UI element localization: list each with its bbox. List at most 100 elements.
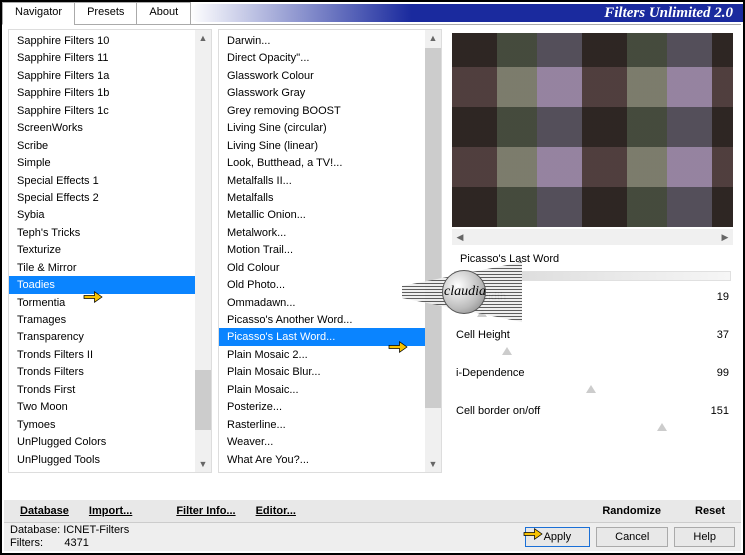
scroll-down-icon[interactable]: ▼	[425, 456, 441, 472]
tabs: Navigator Presets About	[2, 2, 190, 25]
param-label: Cell Height	[456, 329, 510, 343]
category-item[interactable]: Tronds Filters II	[9, 346, 211, 363]
filter-item[interactable]: Picasso's Last Word...	[219, 328, 441, 345]
filter-item[interactable]: Metallic Onion...	[219, 206, 441, 223]
reset-button[interactable]: Reset	[685, 503, 735, 519]
filter-item[interactable]: Old Colour	[219, 259, 441, 276]
filter-item[interactable]: Living Sine (linear)	[219, 137, 441, 154]
filter-item[interactable]: Ommadawn...	[219, 294, 441, 311]
database-button[interactable]: Database	[10, 503, 79, 519]
filter-item[interactable]: Glasswork Gray	[219, 84, 441, 101]
filter-item[interactable]: What Are You?...	[219, 451, 441, 468]
category-item[interactable]: Texturize	[9, 241, 211, 258]
editor-button[interactable]: Editor...	[246, 503, 306, 519]
filter-item[interactable]: Weaver...	[219, 433, 441, 450]
filter-item[interactable]: Metalwork...	[219, 224, 441, 241]
category-item[interactable]: Sapphire Filters 1b	[9, 84, 211, 101]
category-item[interactable]: UnPlugged Tools	[9, 451, 211, 468]
category-item[interactable]: Sybia	[9, 206, 211, 223]
cancel-button[interactable]: Cancel	[596, 527, 668, 547]
category-item[interactable]: Sapphire Filters 1c	[9, 102, 211, 119]
randomize-button[interactable]: Randomize	[592, 503, 671, 519]
category-item[interactable]: Toadies	[9, 276, 211, 293]
category-item[interactable]: Sapphire Filters 10	[9, 32, 211, 49]
filter-item[interactable]: Posterize...	[219, 398, 441, 415]
filter-item[interactable]: Glasswork Colour	[219, 67, 441, 84]
filter-item[interactable]: Picasso's Another Word...	[219, 311, 441, 328]
scroll-up-icon[interactable]: ▲	[425, 30, 441, 46]
scroll-thumb[interactable]	[195, 370, 211, 430]
divider-bar	[454, 271, 731, 281]
filter-item[interactable]: Grey removing BOOST	[219, 102, 441, 119]
filter-item[interactable]: Metalfalls	[219, 189, 441, 206]
help-button[interactable]: Help	[674, 527, 735, 547]
param-slider[interactable]	[456, 385, 729, 399]
import-button[interactable]: Import...	[79, 503, 142, 519]
filter-item[interactable]: Plain Mosaic...	[219, 381, 441, 398]
scroll-left-icon[interactable]: ◀	[452, 229, 468, 245]
scroll-up-icon[interactable]: ▲	[195, 30, 211, 46]
filter-item[interactable]: Plain Mosaic Blur...	[219, 363, 441, 380]
param-slider[interactable]	[456, 309, 729, 323]
param-row: Cell Height 37	[456, 327, 729, 345]
parameter-panel: Cell Width 19 Cell Height 37 i-Dependence 99 C…	[456, 289, 729, 441]
bottom-toolbar: Database Import... Filter Info... Editor…	[4, 499, 741, 523]
category-item[interactable]: Tramages	[9, 311, 211, 328]
param-label: Cell Width	[456, 291, 506, 305]
tab-navigator[interactable]: Navigator	[2, 2, 75, 25]
current-filter-name: Picasso's Last Word	[456, 251, 729, 267]
category-item[interactable]: Tronds First	[9, 381, 211, 398]
param-value: 37	[717, 329, 729, 343]
category-item[interactable]: ScreenWorks	[9, 119, 211, 136]
filter-item[interactable]: Look, Butthead, a TV!...	[219, 154, 441, 171]
apply-button[interactable]: Apply	[525, 527, 591, 547]
param-row: Cell Width 19	[456, 289, 729, 307]
scroll-thumb[interactable]	[425, 48, 441, 408]
param-label: Cell border on/off	[456, 405, 540, 419]
filter-item[interactable]: Plain Mosaic 2...	[219, 346, 441, 363]
filter-scrollbar[interactable]: ▲ ▼	[425, 30, 441, 472]
filter-item[interactable]: Darwin...	[219, 32, 441, 49]
filter-preview	[452, 33, 733, 227]
param-slider[interactable]	[456, 423, 729, 437]
category-item[interactable]: Sapphire Filters 11	[9, 49, 211, 66]
category-item[interactable]: UnPlugged Colors	[9, 433, 211, 450]
param-row: i-Dependence 99	[456, 365, 729, 383]
scroll-down-icon[interactable]: ▼	[195, 456, 211, 472]
param-value: 99	[717, 367, 729, 381]
tab-about[interactable]: About	[136, 2, 191, 25]
filter-item[interactable]: Motion Trail...	[219, 241, 441, 258]
param-value: 19	[717, 291, 729, 305]
category-item[interactable]: Tormentia	[9, 294, 211, 311]
category-item[interactable]: Special Effects 2	[9, 189, 211, 206]
param-row: Cell border on/off 151	[456, 403, 729, 421]
filter-item[interactable]: Metalfalls II...	[219, 172, 441, 189]
category-item[interactable]: Special Effects 1	[9, 172, 211, 189]
category-list[interactable]: Sapphire Filters 10Sapphire Filters 11Sa…	[8, 29, 212, 473]
filter-info-button[interactable]: Filter Info...	[166, 503, 245, 519]
filter-item[interactable]: Direct Opacity''...	[219, 49, 441, 66]
category-item[interactable]: Scribe	[9, 137, 211, 154]
category-item[interactable]: Simple	[9, 154, 211, 171]
param-value: 151	[711, 405, 729, 419]
category-item[interactable]: Teph's Tricks	[9, 224, 211, 241]
scroll-right-icon[interactable]: ▶	[717, 229, 733, 245]
category-item[interactable]: Transparency	[9, 328, 211, 345]
category-item[interactable]: Sapphire Filters 1a	[9, 67, 211, 84]
category-item[interactable]: Tronds Filters	[9, 363, 211, 380]
filter-item[interactable]: Living Sine (circular)	[219, 119, 441, 136]
preview-h-scrollbar[interactable]: ◀ ▶	[452, 229, 733, 245]
status-text: Database: ICNET-Filters Filters: 4371	[10, 524, 129, 550]
category-item[interactable]: Two Moon	[9, 398, 211, 415]
status-bar: Database: ICNET-Filters Filters: 4371 Ap…	[4, 523, 741, 551]
filter-list[interactable]: Darwin...Direct Opacity''...Glasswork Co…	[218, 29, 442, 473]
tab-presets[interactable]: Presets	[74, 2, 137, 25]
param-slider[interactable]	[456, 347, 729, 361]
param-label: i-Dependence	[456, 367, 525, 381]
filter-item[interactable]: Old Photo...	[219, 276, 441, 293]
app-title-banner: Filters Unlimited 2.0	[190, 4, 743, 22]
category-item[interactable]: Tymoes	[9, 416, 211, 433]
category-scrollbar[interactable]: ▲ ▼	[195, 30, 211, 472]
filter-item[interactable]: Rasterline...	[219, 416, 441, 433]
category-item[interactable]: Tile & Mirror	[9, 259, 211, 276]
